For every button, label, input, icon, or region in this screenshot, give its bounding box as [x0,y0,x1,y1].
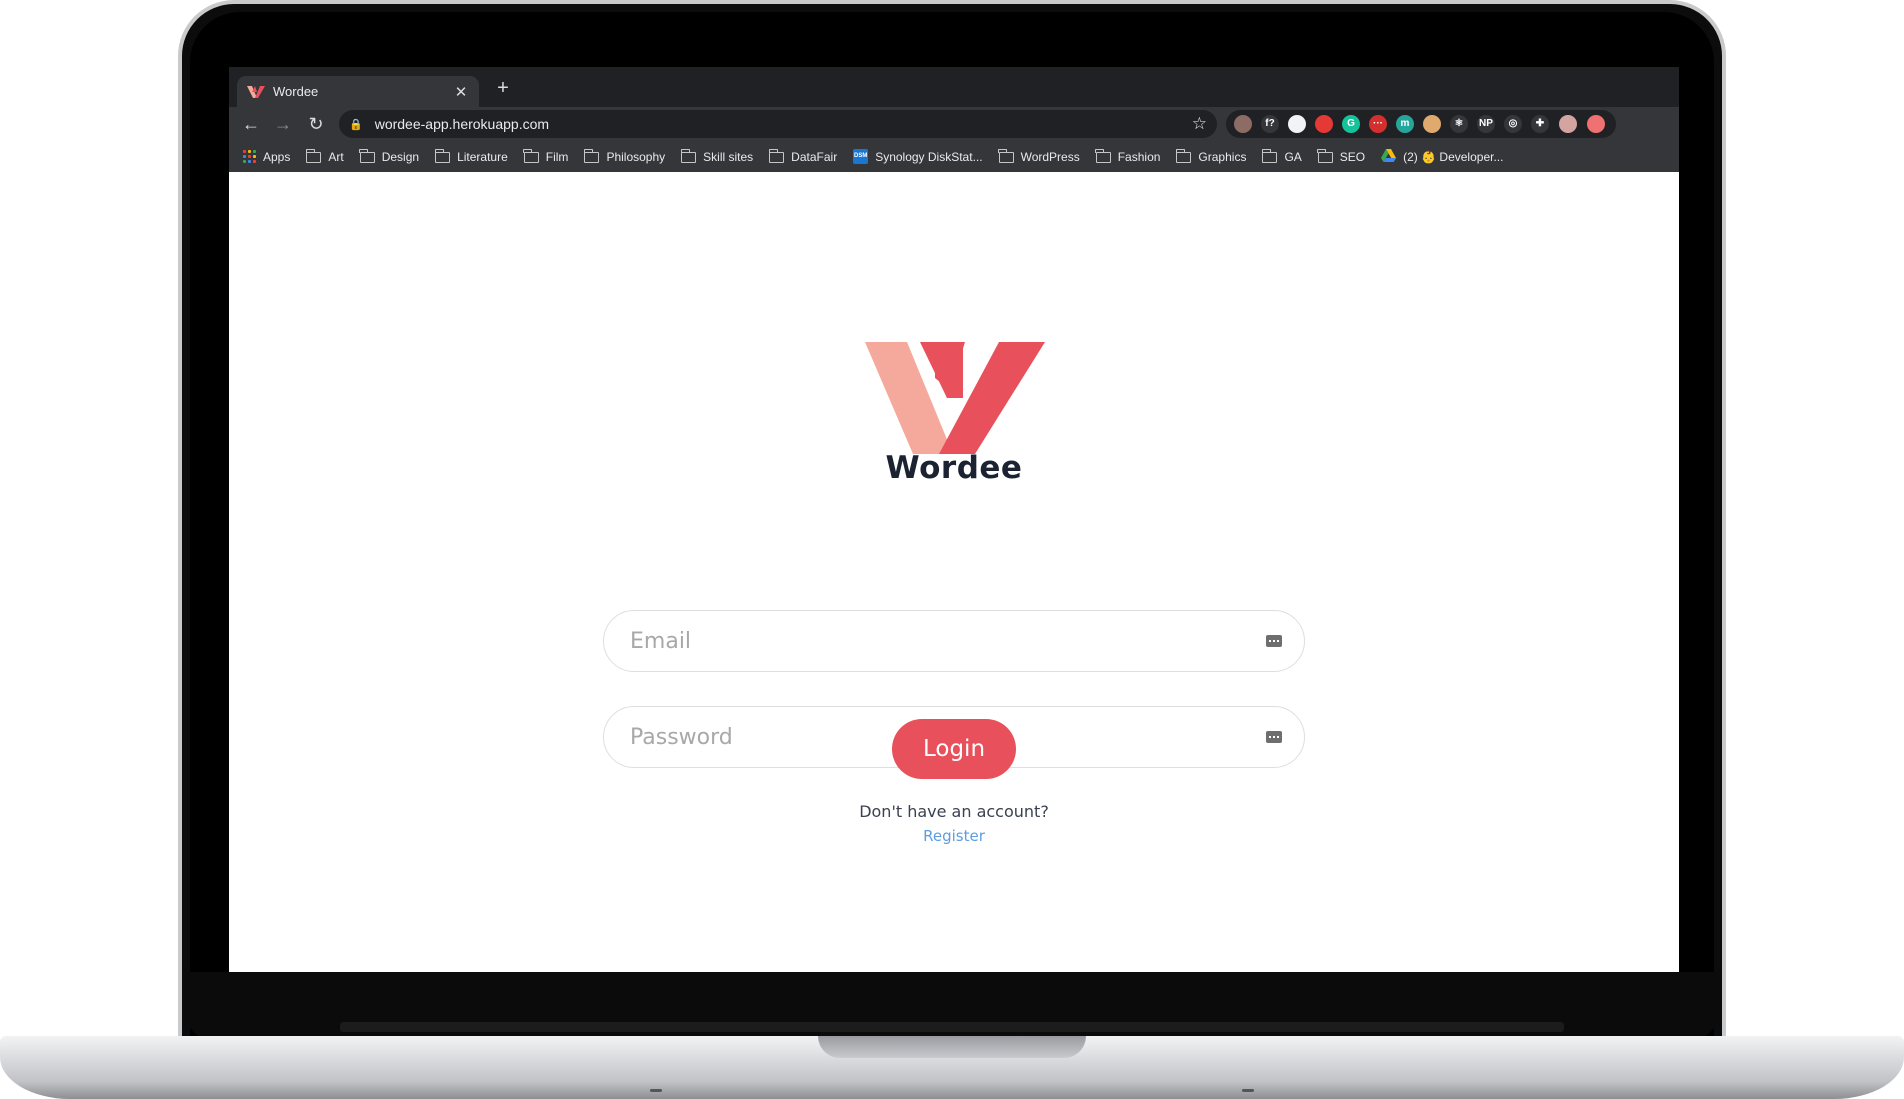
extensions-pill [1226,110,1616,138]
autofill-key-icon[interactable] [1266,635,1282,647]
bookmark-philosophy[interactable]: Philosophy [583,148,666,164]
tab-strip: Wordee ✕ + [229,67,1679,107]
bookmark-apps[interactable]: Apps [243,150,290,164]
tab-title: Wordee [273,84,319,99]
extensions-area: f? G ··· m ⚛ NP ◎ ✚ [1226,110,1679,138]
folder-icon [434,148,451,163]
reload-button[interactable]: ↻ [303,111,329,137]
bookmark-label: Fashion [1117,149,1161,164]
dsm-icon: DSM [853,149,869,164]
bookmark-fashion[interactable]: Fashion [1095,148,1161,164]
update-icon[interactable] [1587,115,1605,133]
eyedropper-extension-icon[interactable] [1288,115,1306,133]
browser-screen: Wordee ✕ + ← → ↻ 🔒 wordee-app.herokuapp.… [229,67,1679,972]
font-extension-icon[interactable]: f? [1261,115,1279,133]
bookmark-ga[interactable]: GA [1261,148,1302,164]
bookmark-label: Philosophy [606,149,666,164]
no-account-text: Don't have an account? [859,802,1049,821]
new-tab-button[interactable]: + [491,78,515,98]
np-extension-icon[interactable]: NP [1477,115,1495,133]
red-dots-extension-icon[interactable]: ··· [1369,115,1387,133]
grammarly-extension-icon[interactable]: G [1342,115,1360,133]
wordee-logo-icon [865,342,1045,454]
folder-icon [1261,148,1278,163]
bookmark-skill-sites[interactable]: Skill sites [680,148,754,164]
register-link-label[interactable]: Register [923,827,985,845]
bookmark-label: Design [381,149,420,164]
bookmark-label: Art [328,149,344,164]
bookmark-label: Literature [457,149,508,164]
bookmark-label: (2) 👶 Developer... [1403,149,1504,164]
email-field[interactable] [603,610,1305,672]
target-extension-icon[interactable]: ◎ [1504,115,1522,133]
forward-button[interactable]: → [270,111,296,137]
bookmarks-bar: Apps Art Design Literature Film Philosophy Ski… [229,141,1679,172]
bookmark-datafair[interactable]: DataFair [768,148,838,164]
autofill-key-icon[interactable] [1266,731,1282,743]
bookmark-2-developer[interactable]: (2) 👶 Developer... [1381,148,1504,165]
login-page: Wordee Login Don't have an account? Regi… [229,172,1679,972]
hand-extension-icon[interactable] [1315,115,1333,133]
bookmark-label: SEO [1339,149,1366,164]
bezel-strip [340,1022,1564,1032]
face-extension-icon[interactable] [1423,115,1441,133]
react-extension-icon[interactable]: ⚛ [1450,115,1468,133]
bookmark-graphics[interactable]: Graphics [1175,148,1247,164]
login-button[interactable]: Login [892,719,1016,779]
folder-icon [1095,148,1111,163]
brand-name: Wordee [885,450,1023,486]
email-input[interactable] [630,628,1266,654]
puzzle-extensions-icon[interactable]: ✚ [1531,115,1549,133]
bookmark-synology-diskstat[interactable]: DSM Synology DiskStat... [853,149,983,164]
folder-icon [583,148,600,163]
bookmark-wordpress[interactable]: WordPress [998,148,1080,164]
bookmark-design[interactable]: Design [359,148,420,164]
folder-icon [1317,148,1333,163]
laptop-foot [1242,1089,1254,1092]
drive-icon [1381,148,1397,165]
bookmark-label: Skill sites [703,149,754,164]
bookmark-seo[interactable]: SEO [1317,148,1366,164]
brown-circle-extension-icon[interactable] [1234,115,1252,133]
bookmark-literature[interactable]: Literature [434,148,508,164]
bookmark-label: Graphics [1198,149,1247,164]
laptop-foot [650,1089,662,1092]
register-link: Register [229,827,1679,845]
folder-icon [768,148,785,163]
folder-icon [305,148,322,163]
profile-avatar-icon[interactable] [1559,115,1577,133]
apps-grid-icon [243,150,256,163]
wordee-favicon-icon [247,85,265,98]
bookmark-label: GA [1284,149,1302,164]
lock-icon[interactable]: 🔒 [349,118,363,131]
tab-close-icon[interactable]: ✕ [453,83,469,101]
folder-icon [523,148,539,163]
url-text[interactable]: wordee-app.herokuapp.com [375,116,1192,132]
bookmark-label: WordPress [1020,149,1080,164]
laptop-notch [818,1036,1086,1058]
back-button[interactable]: ← [238,111,264,137]
bookmark-label: DataFair [791,149,838,164]
tab-wordee[interactable]: Wordee ✕ [237,76,479,107]
address-bar[interactable]: 🔒 wordee-app.herokuapp.com ☆ [339,110,1217,138]
bookmark-label: Apps [263,149,291,164]
bookmark-label: Synology DiskStat... [875,149,983,164]
folder-icon [1175,148,1192,163]
browser-toolbar: ← → ↻ 🔒 wordee-app.herokuapp.com ☆ f? G ··… [229,107,1679,141]
bookmark-film[interactable]: Film [523,148,569,164]
m-extension-icon[interactable]: m [1396,115,1414,133]
folder-icon [359,148,375,163]
folder-icon [998,148,1014,163]
bookmark-star-icon[interactable]: ☆ [1192,114,1207,134]
bookmark-art[interactable]: Art [305,148,344,164]
folder-icon [680,148,697,163]
bookmark-label: Film [545,149,569,164]
